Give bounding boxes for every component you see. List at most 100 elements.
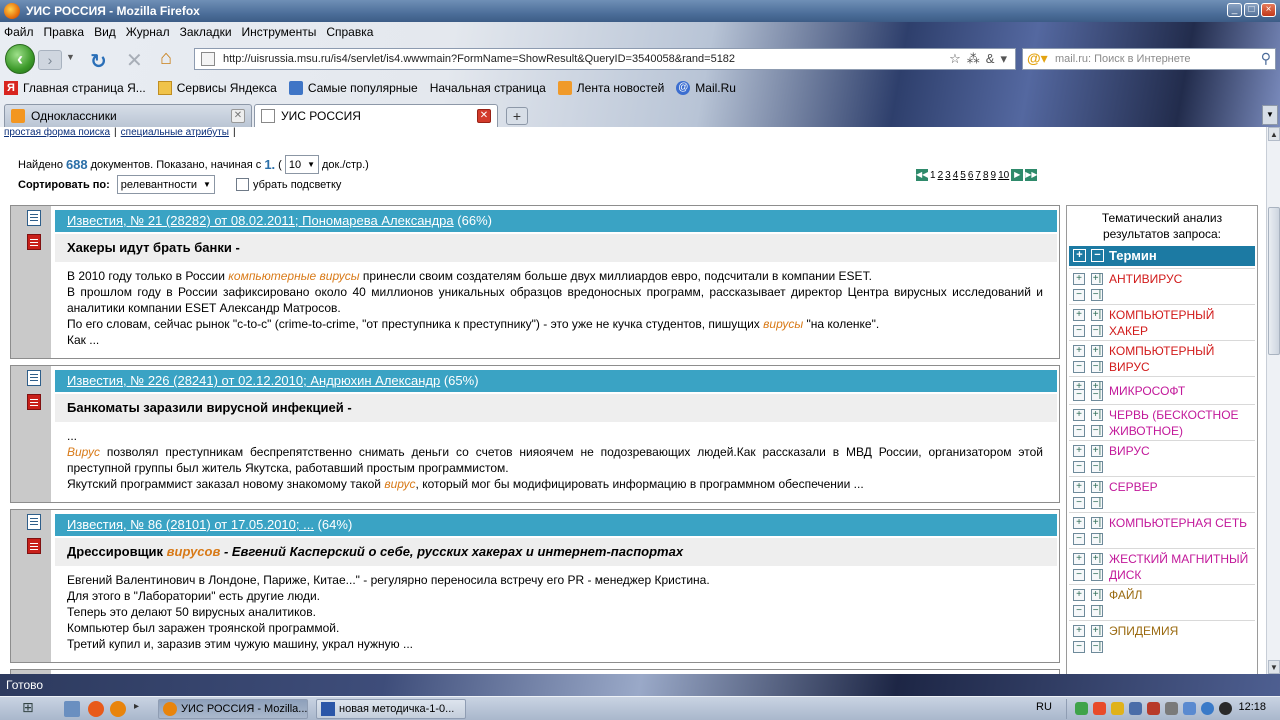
term-remove-icon[interactable]: −| bbox=[1091, 289, 1103, 301]
scroll-up-icon[interactable]: ▲ bbox=[1268, 127, 1280, 141]
term-add-icon[interactable]: +| bbox=[1091, 517, 1103, 529]
term-exclude-icon[interactable]: − bbox=[1073, 533, 1085, 545]
term-label[interactable]: ЖЕСТКИЙ МАГНИТНЫЙ ДИСК bbox=[1109, 551, 1255, 583]
term-add-icon[interactable]: +| bbox=[1091, 445, 1103, 457]
term-include-icon[interactable]: + bbox=[1073, 553, 1085, 565]
term-exclude-icon[interactable]: − bbox=[1073, 425, 1085, 437]
tab-odnoklassniki[interactable]: Одноклассники ✕ bbox=[4, 104, 252, 127]
term-add-icon[interactable]: +| bbox=[1091, 589, 1103, 601]
sort-select[interactable]: релевантности ▼ bbox=[116, 175, 215, 194]
result-source-link[interactable]: Известия, № 21 (28282) от 08.02.2011; По… bbox=[67, 213, 454, 228]
term-include-icon[interactable]: + bbox=[1073, 345, 1085, 357]
term-include-icon[interactable]: + bbox=[1073, 517, 1085, 529]
minimize-button[interactable]: _ bbox=[1227, 3, 1242, 17]
back-button[interactable]: ‹ bbox=[5, 44, 35, 74]
menu-help[interactable]: Справка bbox=[326, 25, 373, 39]
next-page-icon[interactable]: ▶ bbox=[1011, 169, 1024, 181]
maximize-button[interactable]: □ bbox=[1244, 3, 1259, 17]
term-label[interactable]: АНТИВИРУС bbox=[1109, 271, 1182, 287]
stop-icon[interactable]: ✕ bbox=[126, 48, 143, 73]
term-include-icon[interactable]: + bbox=[1073, 409, 1085, 421]
url-text[interactable]: http://uisrussia.msu.ru/is4/servlet/is4.… bbox=[223, 53, 735, 65]
menu-view[interactable]: Вид bbox=[94, 25, 116, 39]
new-tab-button[interactable]: + bbox=[506, 107, 528, 125]
page-number[interactable]: 10 bbox=[998, 170, 1009, 181]
term-exclude-icon[interactable]: − bbox=[1073, 641, 1085, 653]
page-number[interactable]: 6 bbox=[968, 170, 974, 181]
translate-icon[interactable]: ⁂ bbox=[967, 51, 980, 67]
search-placeholder[interactable]: mail.ru: Поиск в Интернете bbox=[1055, 53, 1191, 65]
tray-power-icon[interactable] bbox=[1219, 702, 1232, 715]
bookmark-most-popular[interactable]: Самые популярные bbox=[288, 81, 418, 95]
start-button-icon[interactable]: ⊞ bbox=[22, 699, 42, 719]
menu-history[interactable]: Журнал bbox=[126, 25, 170, 39]
first-page-icon[interactable]: ◀◀ bbox=[916, 169, 928, 181]
tray-volume-icon[interactable] bbox=[1165, 702, 1178, 715]
term-exclude-icon[interactable]: − bbox=[1073, 605, 1085, 617]
term-add-icon[interactable]: +| bbox=[1091, 345, 1103, 357]
term-add-icon[interactable]: +| bbox=[1091, 481, 1103, 493]
bookmark-star-icon[interactable]: ☆ bbox=[949, 51, 961, 67]
term-include-icon[interactable]: + bbox=[1073, 589, 1085, 601]
term-label[interactable]: ВИРУС bbox=[1109, 443, 1150, 459]
term-exclude-icon[interactable]: − bbox=[1073, 569, 1085, 581]
page-scrollbar[interactable]: ▲ ▼ bbox=[1266, 127, 1280, 674]
page-number[interactable]: 8 bbox=[983, 170, 989, 181]
bookmark-news-feed[interactable]: Лента новостей bbox=[557, 81, 664, 95]
url-dropdown-icon[interactable]: ▾ bbox=[1000, 51, 1007, 67]
term-include-icon[interactable]: + bbox=[1073, 273, 1085, 285]
document-text-icon[interactable] bbox=[27, 370, 41, 386]
search-magnifier-icon[interactable]: ⚲ bbox=[1261, 50, 1271, 67]
home-icon[interactable]: ⌂ bbox=[160, 47, 172, 70]
menu-file[interactable]: Файл bbox=[4, 25, 34, 39]
term-add-icon[interactable]: +| bbox=[1091, 553, 1103, 565]
close-button[interactable]: × bbox=[1261, 3, 1276, 17]
result-source-link[interactable]: Известия, № 86 (28101) от 17.05.2010; ..… bbox=[67, 517, 314, 532]
term-label[interactable]: КОМПЬЮТЕРНЫЙ ХАКЕР bbox=[1109, 307, 1255, 339]
term-add-icon[interactable]: +| bbox=[1091, 309, 1103, 321]
term-label[interactable]: КОМПЬЮТЕРНЫЙ ВИРУС bbox=[1109, 343, 1255, 375]
special-attributes-link[interactable]: специальные атрибуты bbox=[121, 127, 229, 138]
bookmark-mailru[interactable]: @ Mail.Ru bbox=[676, 81, 736, 95]
bookmark-yandex-main[interactable]: Я Главная страница Я... bbox=[4, 81, 146, 95]
tray-disk-icon[interactable] bbox=[1183, 702, 1196, 715]
show-desktop-icon[interactable] bbox=[64, 701, 80, 717]
term-include-icon[interactable]: + bbox=[1073, 625, 1085, 637]
term-remove-icon[interactable]: −| bbox=[1091, 425, 1103, 437]
pdf-icon[interactable] bbox=[27, 538, 41, 554]
last-page-icon[interactable]: ▶▶ bbox=[1025, 169, 1038, 181]
term-include-icon[interactable]: + bbox=[1073, 445, 1085, 457]
tray-antivirus-icon[interactable] bbox=[1093, 702, 1106, 715]
term-label[interactable]: ЭПИДЕМИЯ bbox=[1109, 623, 1178, 639]
menu-tools[interactable]: Инструменты bbox=[242, 25, 317, 39]
taskbar-firefox-button[interactable]: УИС РОССИЯ - Mozilla... bbox=[158, 699, 308, 719]
term-exclude-icon[interactable]: − bbox=[1073, 325, 1085, 337]
document-text-icon[interactable] bbox=[27, 210, 41, 226]
simple-search-link[interactable]: простая форма поиска bbox=[4, 127, 110, 138]
document-text-icon[interactable] bbox=[27, 514, 41, 530]
term-label[interactable]: ФАЙЛ bbox=[1109, 587, 1142, 603]
forward-button[interactable]: › bbox=[38, 50, 62, 70]
tab-close-icon[interactable]: ✕ bbox=[231, 109, 245, 123]
term-remove-icon[interactable]: −| bbox=[1091, 361, 1103, 373]
term-exclude-icon[interactable]: − bbox=[1073, 361, 1085, 373]
tab-close-icon[interactable]: ✕ bbox=[477, 109, 491, 123]
scroll-thumb[interactable] bbox=[1268, 207, 1280, 355]
term-label[interactable]: ЧЕРВЬ (БЕСКОСТНОЕ ЖИВОТНОЕ) bbox=[1109, 407, 1255, 439]
term-add-icon[interactable]: +| bbox=[1091, 409, 1103, 421]
tab-list-button[interactable]: ▼ bbox=[1262, 105, 1278, 125]
opera-icon[interactable] bbox=[88, 701, 104, 717]
term-exclude-icon[interactable]: − bbox=[1073, 289, 1085, 301]
collapse-all-icon[interactable]: − bbox=[1091, 249, 1104, 262]
term-exclude-icon[interactable]: − bbox=[1073, 461, 1085, 473]
reload-icon[interactable]: ↻ bbox=[90, 49, 107, 74]
term-remove-icon[interactable]: −| bbox=[1091, 533, 1103, 545]
tray-network-icon[interactable] bbox=[1129, 702, 1142, 715]
term-label[interactable]: КОМПЬЮТЕРНАЯ СЕТЬ bbox=[1109, 515, 1247, 531]
scroll-down-icon[interactable]: ▼ bbox=[1268, 660, 1280, 674]
history-dropdown-icon[interactable]: ▼ bbox=[66, 52, 75, 62]
taskbar-word-button[interactable]: новая методичка-1-0... bbox=[316, 699, 466, 719]
term-exclude-icon[interactable]: − bbox=[1073, 389, 1085, 401]
term-include-icon[interactable]: + bbox=[1073, 481, 1085, 493]
term-exclude-icon[interactable]: − bbox=[1073, 497, 1085, 509]
